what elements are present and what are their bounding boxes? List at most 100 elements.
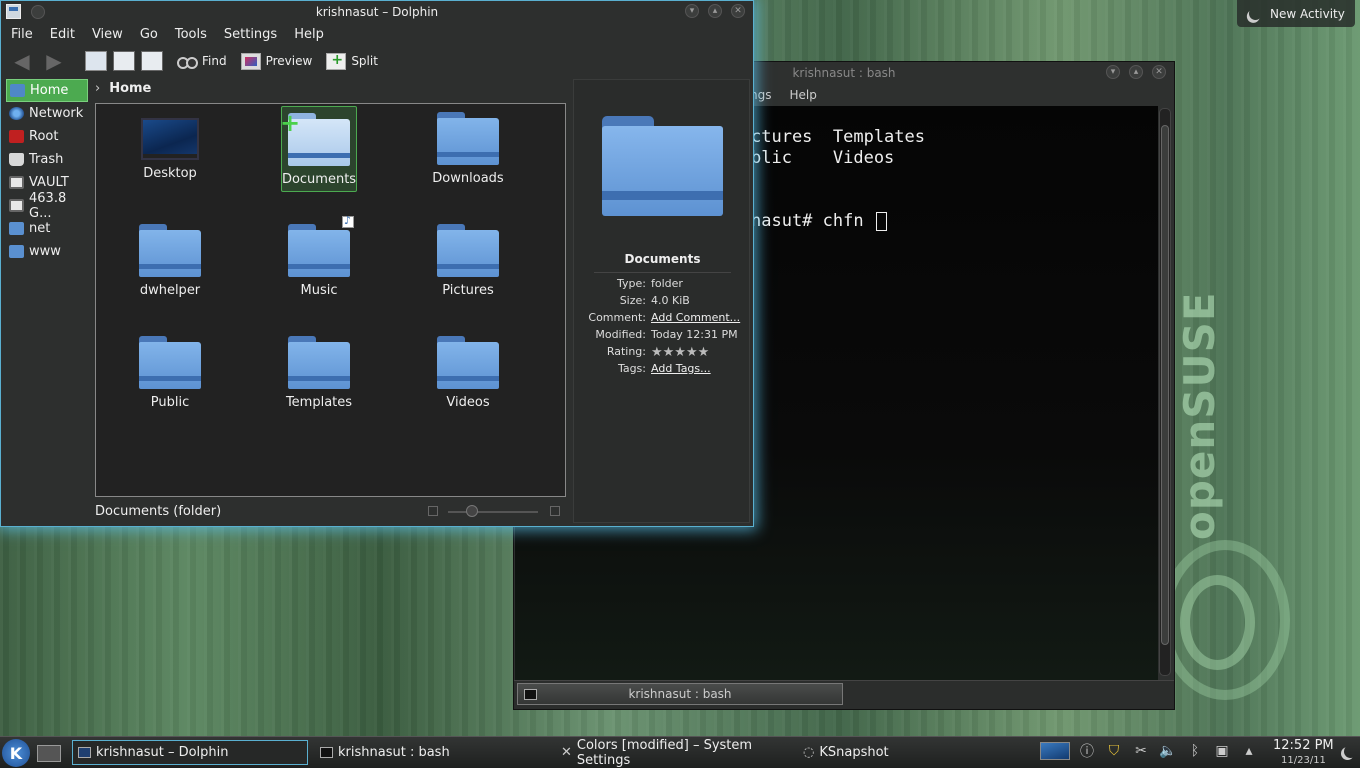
file-item-desktop[interactable]: Desktop — [100, 106, 240, 196]
add-tags-link[interactable]: Add Tags... — [651, 362, 711, 375]
folder-preview-icon — [602, 116, 723, 216]
zoom-handle[interactable] — [466, 505, 478, 517]
clock-time[interactable]: 12:52 PM — [1273, 738, 1334, 753]
task-label: KSnapshot — [819, 745, 889, 760]
menu-settings[interactable]: Settings — [224, 27, 277, 42]
place-label: net — [29, 221, 51, 236]
menu-go[interactable]: Go — [140, 27, 158, 42]
task-label: krishnasut : bash — [338, 745, 450, 760]
breadcrumb[interactable]: › Home — [95, 81, 151, 96]
places-panel: Home Network Root Trash VAULT 463.8 G...… — [6, 79, 88, 263]
camera-icon: ◌ — [803, 745, 815, 760]
menu-view[interactable]: View — [92, 27, 123, 42]
clock-date[interactable]: 11/23/11 — [1281, 755, 1326, 766]
minimize-icon[interactable]: ▾ — [685, 4, 699, 18]
file-item-documents[interactable]: + Documents — [280, 106, 357, 192]
maximize-icon[interactable]: ▴ — [1129, 65, 1143, 79]
scrollbar-thumb[interactable] — [1161, 125, 1169, 645]
back-arrow-icon[interactable]: ◀ — [9, 49, 35, 73]
split-button[interactable]: Split — [326, 52, 378, 70]
dolphin-titlebar[interactable]: krishnasut – Dolphin ▾ ▴ ✕ — [1, 1, 753, 23]
pin-icon[interactable] — [31, 5, 45, 19]
file-label: Music — [300, 283, 338, 298]
task-konsole[interactable]: krishnasut : bash — [314, 740, 550, 765]
place-home[interactable]: Home — [6, 79, 88, 102]
info-icon[interactable]: ⓘ — [1077, 741, 1097, 761]
breadcrumb-home[interactable]: Home — [109, 81, 151, 96]
root-icon — [9, 130, 24, 143]
menu-help[interactable]: Help — [789, 88, 816, 102]
minimize-icon[interactable]: ▾ — [1106, 65, 1120, 79]
close-icon[interactable]: ✕ — [731, 4, 745, 18]
show-desktop-icon[interactable] — [37, 745, 61, 762]
dolphin-window[interactable]: krishnasut – Dolphin ▾ ▴ ✕ File Edit Vie… — [0, 0, 754, 527]
activity-icon[interactable] — [1344, 745, 1357, 758]
new-activity-button[interactable]: New Activity — [1237, 0, 1355, 27]
file-item-music[interactable]: Music — [249, 214, 389, 308]
task-label: krishnasut – Dolphin — [96, 745, 229, 760]
zoom-in-icon[interactable] — [550, 506, 560, 516]
place-root[interactable]: Root — [6, 125, 88, 148]
zoom-slider[interactable] — [426, 504, 563, 518]
task-ksnapshot[interactable]: ◌ KSnapshot — [797, 740, 1033, 765]
terminal-command: nasut# chfn — [751, 211, 874, 231]
file-view[interactable]: Desktop + Documents Downloads dwhelper M… — [95, 103, 566, 497]
tray-expand-icon[interactable]: ▴ — [1239, 741, 1259, 761]
file-item-dwhelper[interactable]: dwhelper — [100, 218, 240, 308]
rating-stars[interactable]: ★★★★★ — [651, 345, 709, 362]
terminal-prompt: nasut# chfn — [751, 211, 887, 231]
task-dolphin[interactable]: krishnasut – Dolphin — [72, 740, 308, 765]
information-panel: Documents Type: folder Size: 4.0 KiB Comme… — [573, 79, 750, 523]
volume-icon[interactable]: 🔈 — [1158, 741, 1178, 761]
place-drive[interactable]: 463.8 G... — [6, 191, 88, 221]
dolphin-app-icon[interactable] — [6, 4, 21, 19]
details-view-button[interactable] — [113, 51, 135, 71]
info-row-type: Type: folder — [574, 277, 751, 294]
terminal-scrollbar[interactable] — [1159, 108, 1171, 676]
info-row-rating: Rating: ★★★★★ — [574, 345, 751, 362]
zoom-track[interactable] — [448, 511, 538, 513]
trash-icon — [9, 153, 24, 166]
place-www[interactable]: www — [6, 240, 88, 263]
bluetooth-icon[interactable]: ᛒ — [1185, 741, 1205, 761]
scissors-icon[interactable]: ✂ — [1131, 741, 1151, 761]
columns-view-button[interactable] — [141, 51, 163, 71]
network-status-icon[interactable]: ▣ — [1212, 741, 1232, 761]
task-system-settings[interactable]: ✕ Colors [modified] – System Settings — [555, 738, 791, 768]
shield-icon[interactable]: ⛉ — [1104, 741, 1124, 761]
file-label: Documents — [281, 172, 357, 187]
desktop-folder-icon — [141, 118, 199, 160]
file-item-public[interactable]: Public — [100, 330, 240, 420]
konsole-tabbar: krishnasut : bash — [514, 680, 1174, 709]
konsole-tab[interactable]: krishnasut : bash — [517, 683, 843, 705]
zoom-out-icon[interactable] — [428, 506, 438, 516]
pager-icon[interactable] — [1040, 742, 1070, 760]
close-icon[interactable]: ✕ — [1152, 65, 1166, 79]
menu-edit[interactable]: Edit — [50, 27, 75, 42]
icons-view-button[interactable] — [85, 51, 107, 71]
file-item-templates[interactable]: Templates — [249, 330, 389, 420]
find-button[interactable]: Find — [177, 53, 227, 70]
terminal-icon — [524, 689, 537, 700]
split-label: Split — [351, 54, 378, 68]
file-label: dwhelper — [139, 283, 201, 298]
menu-file[interactable]: File — [11, 27, 33, 42]
terminal-line: blic Videos — [751, 148, 895, 168]
maximize-icon[interactable]: ▴ — [708, 4, 722, 18]
place-network[interactable]: Network — [6, 102, 88, 125]
file-item-downloads[interactable]: Downloads — [398, 106, 538, 196]
forward-arrow-icon[interactable]: ▶ — [41, 49, 67, 73]
file-item-pictures[interactable]: Pictures — [398, 218, 538, 308]
folder-icon — [139, 336, 201, 389]
info-filename: Documents — [624, 252, 701, 266]
konsole-title: krishnasut : bash — [792, 66, 896, 80]
add-comment-link[interactable]: Add Comment... — [651, 311, 740, 324]
menu-tools[interactable]: Tools — [175, 27, 207, 42]
kde-menu-icon[interactable]: K — [2, 739, 30, 767]
menu-help[interactable]: Help — [294, 27, 324, 42]
preview-button[interactable]: Preview — [240, 52, 312, 70]
place-trash[interactable]: Trash — [6, 148, 88, 171]
chevron-right-icon[interactable]: › — [95, 81, 100, 96]
file-item-videos[interactable]: Videos — [398, 330, 538, 420]
system-tray: ⓘ ⛉ ✂ 🔈 ᛒ ▣ ▴ — [1040, 741, 1259, 761]
